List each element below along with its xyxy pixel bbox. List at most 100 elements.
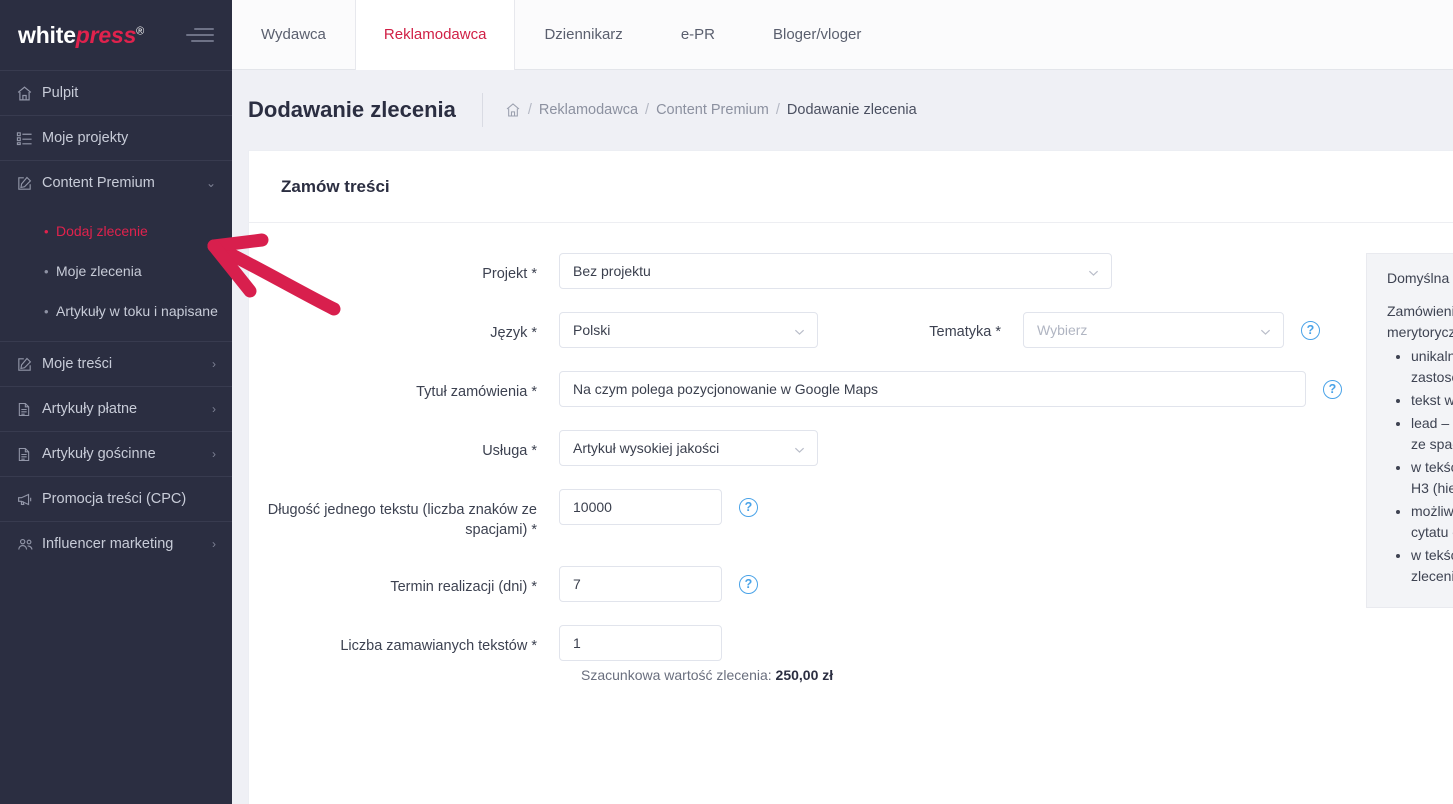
control-tematyka: Wybierz ?	[1023, 312, 1320, 348]
termin-input[interactable]: 7	[559, 566, 722, 602]
chevron-down-icon	[794, 325, 805, 336]
sidebar-item-content-premium[interactable]: Content Premium ⌄	[0, 160, 232, 205]
list-item: unikalny artykuł o wysokim poziomie mery…	[1411, 346, 1453, 388]
breadcrumb-separator: /	[776, 102, 780, 118]
projekt-selected-value: Bez projektu	[573, 263, 651, 279]
breadcrumb-item-current: Dodawanie zlecenia	[787, 102, 917, 118]
label-liczba: Liczba zamawianych tekstów *	[249, 625, 559, 657]
sidebar-item-label: Artykuły płatne	[42, 401, 212, 417]
megaphone-icon	[16, 491, 42, 508]
sidebar-item-promocja-tresci[interactable]: Promocja treści (CPC)	[0, 476, 232, 521]
breadcrumb-item-reklamodawca[interactable]: Reklamodawca	[539, 102, 638, 118]
sidebar-item-moje-tresci[interactable]: Moje treści ›	[0, 341, 232, 386]
document-icon	[16, 401, 42, 418]
page-header: Dodawanie zlecenia / Reklamodawca / Cont…	[232, 70, 1453, 150]
hamburger-menu-icon[interactable]	[186, 27, 214, 43]
chevron-right-icon: ›	[212, 402, 216, 416]
main-area: Wydawca Reklamodawca Dziennikarz e-PR Bl…	[232, 0, 1453, 804]
bullet-icon: •	[44, 304, 56, 319]
dlugosc-input-value: 10000	[573, 499, 612, 515]
card-header: Zamów treści Powrót	[249, 151, 1453, 223]
sidebar-item-artykuly-platne[interactable]: Artykuły płatne ›	[0, 386, 232, 431]
liczba-input-value: 1	[573, 635, 581, 651]
sidebar-item-moje-zlecenia[interactable]: • Moje zlecenia	[0, 251, 232, 291]
card-title: Zamów treści	[281, 177, 390, 197]
help-icon-dlugosc[interactable]: ?	[739, 498, 758, 517]
label-dlugosc: Długość jednego tekstu (liczba znaków ze…	[249, 489, 559, 540]
help-icon-tematyka[interactable]: ?	[1301, 321, 1320, 340]
label-jezyk: Język *	[249, 312, 559, 344]
sidebar-item-artykuly-w-toku[interactable]: • Artykuły w toku i napisane	[0, 291, 232, 331]
label-tematyka: Tematyka *	[818, 312, 1023, 340]
sidebar-subitem-label: Dodaj zlecenie	[56, 223, 148, 239]
chevron-down-icon	[794, 443, 805, 454]
tematyka-select[interactable]: Wybierz	[1023, 312, 1284, 348]
termin-input-value: 7	[573, 576, 581, 592]
breadcrumb-separator: /	[528, 102, 532, 118]
whitepress-logo[interactable]: whitepress®	[18, 24, 144, 47]
liczba-input[interactable]: 1	[559, 625, 722, 661]
field-row-termin: Termin realizacji (dni) * 7 ?	[249, 566, 1342, 602]
control-usluga: Artykuł wysokiej jakości	[559, 430, 818, 466]
label-termin: Termin realizacji (dni) *	[249, 566, 559, 598]
control-jezyk: Polski	[559, 312, 818, 348]
list-item: w tekście śródtytuły w formacie nagłówkó…	[1411, 457, 1453, 499]
bullet-icon: •	[44, 224, 56, 239]
projekt-select[interactable]: Bez projektu	[559, 253, 1112, 289]
sidebar-item-dodaj-zlecenie[interactable]: • Dodaj zlecenie	[0, 211, 232, 251]
bullet-icon: •	[44, 264, 56, 279]
dlugosc-input[interactable]: 10000	[559, 489, 722, 525]
tab-e-pr[interactable]: e-PR	[652, 0, 744, 69]
tab-dziennikarz[interactable]: Dziennikarz	[515, 0, 651, 69]
tytul-input[interactable]: Na czym polega pozycjonowanie w Google M…	[559, 371, 1306, 407]
logo-white-part: white	[18, 22, 76, 48]
help-icon-termin[interactable]: ?	[739, 575, 758, 594]
chevron-right-icon: ›	[212, 537, 216, 551]
breadcrumb-item-content-premium[interactable]: Content Premium	[656, 102, 769, 118]
logo-press-part: press	[76, 22, 136, 48]
sidebar-item-label: Pulpit	[42, 85, 216, 101]
sidebar-item-label: Artykuły gościnne	[42, 446, 212, 462]
estimated-value-row: Szacunkowa wartość zlecenia: 250,00 zł	[249, 667, 1342, 683]
tytul-input-value: Na czym polega pozycjonowanie w Google M…	[573, 381, 878, 397]
sidebar-item-influencer-marketing[interactable]: Influencer marketing ›	[0, 521, 232, 566]
usluga-selected-value: Artykuł wysokiej jakości	[573, 440, 719, 456]
field-row-usluga: Usługa * Artykuł wysokiej jakości	[249, 430, 1342, 466]
sidebar-item-artykuly-goscinne[interactable]: Artykuły gościnne ›	[0, 431, 232, 476]
field-row-jezyk-tematyka: Język * Polski Tematyka *	[249, 312, 1342, 348]
sidebar-item-label: Content Premium	[42, 175, 206, 191]
form-left-column: Projekt * Bez projektu Język *	[249, 253, 1342, 683]
chevron-right-icon: ›	[212, 357, 216, 371]
jezyk-select[interactable]: Polski	[559, 312, 818, 348]
field-row-dlugosc: Długość jednego tekstu (liczba znaków ze…	[249, 489, 1342, 540]
logo-registered-mark: ®	[136, 25, 144, 37]
top-navigation-bar: Wydawca Reklamodawca Dziennikarz e-PR Bl…	[232, 0, 1453, 70]
tab-wydawca[interactable]: Wydawca	[232, 0, 355, 69]
sidebar-item-pulpit[interactable]: Pulpit	[0, 70, 232, 115]
service-bullet-list: unikalny artykuł o wysokim poziomie mery…	[1387, 346, 1453, 587]
label-usluga: Usługa *	[249, 430, 559, 462]
home-icon[interactable]	[505, 102, 521, 118]
order-card: Zamów treści Powrót Projekt * Bez projek…	[248, 150, 1453, 804]
sidebar-item-moje-projekty[interactable]: Moje projekty	[0, 115, 232, 160]
edit-square-icon	[16, 356, 42, 373]
breadcrumb-separator: /	[645, 102, 649, 118]
chevron-down-icon	[1088, 266, 1099, 277]
sidebar-item-label: Influencer marketing	[42, 536, 212, 552]
field-row-projekt: Projekt * Bez projektu	[249, 253, 1342, 289]
tab-bloger-vloger[interactable]: Bloger/vloger	[744, 0, 890, 69]
sidebar: whitepress® Pulpit Moje projekty Content…	[0, 0, 232, 804]
chevron-right-icon: ›	[212, 447, 216, 461]
tab-reklamodawca[interactable]: Reklamodawca	[355, 0, 516, 70]
usluga-select[interactable]: Artykuł wysokiej jakości	[559, 430, 818, 466]
control-dlugosc: 10000 ?	[559, 489, 758, 525]
sidebar-item-label: Moje projekty	[42, 130, 216, 146]
default-price-line: Domyślna cena netto: 25,00 zł / 1000 zzs	[1387, 268, 1453, 289]
page-title: Dodawanie zlecenia	[248, 97, 456, 123]
list-item: lead – pod tytułem pogrubione wprowadzen…	[1411, 413, 1453, 455]
control-tytul: Na czym polega pozycjonowanie w Google M…	[559, 371, 1342, 407]
list-item: możliwe wstawienie w treści: listowania,…	[1411, 501, 1453, 543]
chevron-down-icon: ⌄	[206, 176, 216, 190]
help-icon-tytul[interactable]: ?	[1323, 380, 1342, 399]
jezyk-selected-value: Polski	[573, 322, 610, 338]
